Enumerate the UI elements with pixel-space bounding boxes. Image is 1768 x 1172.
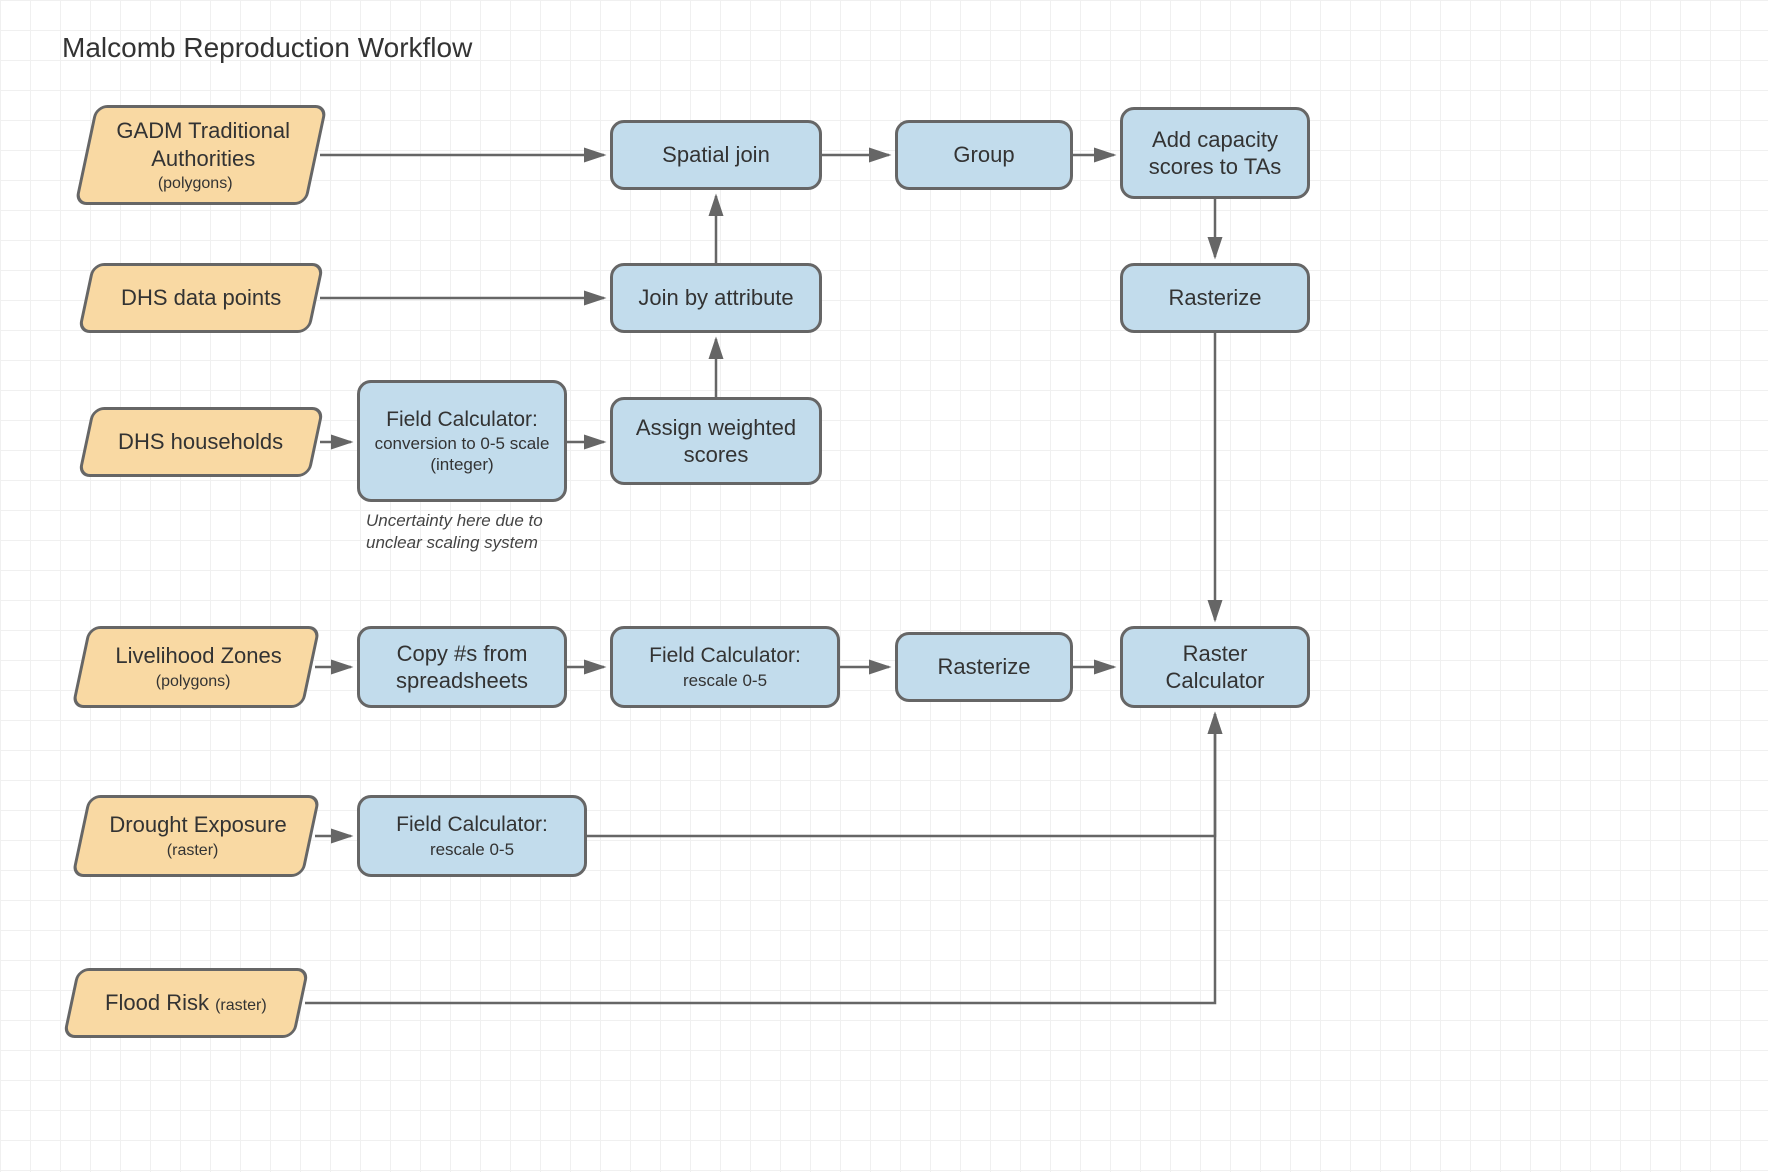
label: Spatial join <box>662 141 770 169</box>
process-rasterize-2: Rasterize <box>895 632 1073 702</box>
label: Drought Exposure <box>110 811 287 839</box>
sublabel: (raster) <box>167 841 219 861</box>
input-dhs-households: DHS households <box>78 407 325 477</box>
sublabel: (raster) <box>215 997 267 1014</box>
sublabel: (polygons) <box>158 174 233 194</box>
process-join-by-attribute: Join by attribute <box>610 263 822 333</box>
process-group: Group <box>895 120 1073 190</box>
input-dhs-points: DHS data points <box>78 263 325 333</box>
label: Group <box>953 141 1014 169</box>
diagram-canvas: Malcomb Reproduction Workflow GADM Tradi… <box>0 0 1768 1172</box>
process-field-calculator-3: Field Calculator: rescale 0-5 <box>357 795 587 877</box>
label: Copy #s from spreadsheets <box>370 640 554 695</box>
label: GADM Traditional Authorities <box>100 117 306 172</box>
process-field-calculator-2: Field Calculator: rescale 0-5 <box>610 626 840 708</box>
input-livelihood-zones: Livelihood Zones (polygons) <box>71 626 320 708</box>
sublabel: rescale 0-5 <box>683 670 767 691</box>
arrow-fc3-rastercalc <box>587 714 1215 836</box>
label: Add capacity scores to TAs <box>1133 126 1297 181</box>
label: Livelihood Zones <box>115 642 281 670</box>
annotation-uncertainty: Uncertainty here due to unclear scaling … <box>366 510 576 554</box>
label: Field Calculator: <box>386 407 538 433</box>
process-copy-spreadsheets: Copy #s from spreadsheets <box>357 626 567 708</box>
label: DHS data points <box>121 284 281 312</box>
label: Join by attribute <box>638 284 793 312</box>
sublabel: conversion to 0-5 scale (integer) <box>370 433 554 476</box>
label: Field Calculator: <box>649 643 801 669</box>
process-raster-calculator: Raster Calculator <box>1120 626 1310 708</box>
label: Flood Risk <box>105 990 209 1015</box>
diagram-title: Malcomb Reproduction Workflow <box>62 32 472 64</box>
sublabel: rescale 0-5 <box>430 839 514 860</box>
process-field-calculator-1: Field Calculator: conversion to 0-5 scal… <box>357 380 567 502</box>
process-rasterize-1: Rasterize <box>1120 263 1310 333</box>
label: DHS households <box>118 428 283 456</box>
process-add-capacity: Add capacity scores to TAs <box>1120 107 1310 199</box>
process-spatial-join: Spatial join <box>610 120 822 190</box>
input-gadm: GADM Traditional Authorities (polygons) <box>74 105 327 205</box>
label: Field Calculator: <box>396 812 548 838</box>
process-assign-weighted-scores: Assign weighted scores <box>610 397 822 485</box>
label: Raster Calculator <box>1133 640 1297 695</box>
label: Assign weighted scores <box>623 414 809 469</box>
input-flood-risk: Flood Risk (raster) <box>63 968 310 1038</box>
input-drought-exposure: Drought Exposure (raster) <box>71 795 320 877</box>
label: Rasterize <box>938 653 1031 681</box>
sublabel: (polygons) <box>156 672 231 692</box>
label: Rasterize <box>1169 284 1262 312</box>
